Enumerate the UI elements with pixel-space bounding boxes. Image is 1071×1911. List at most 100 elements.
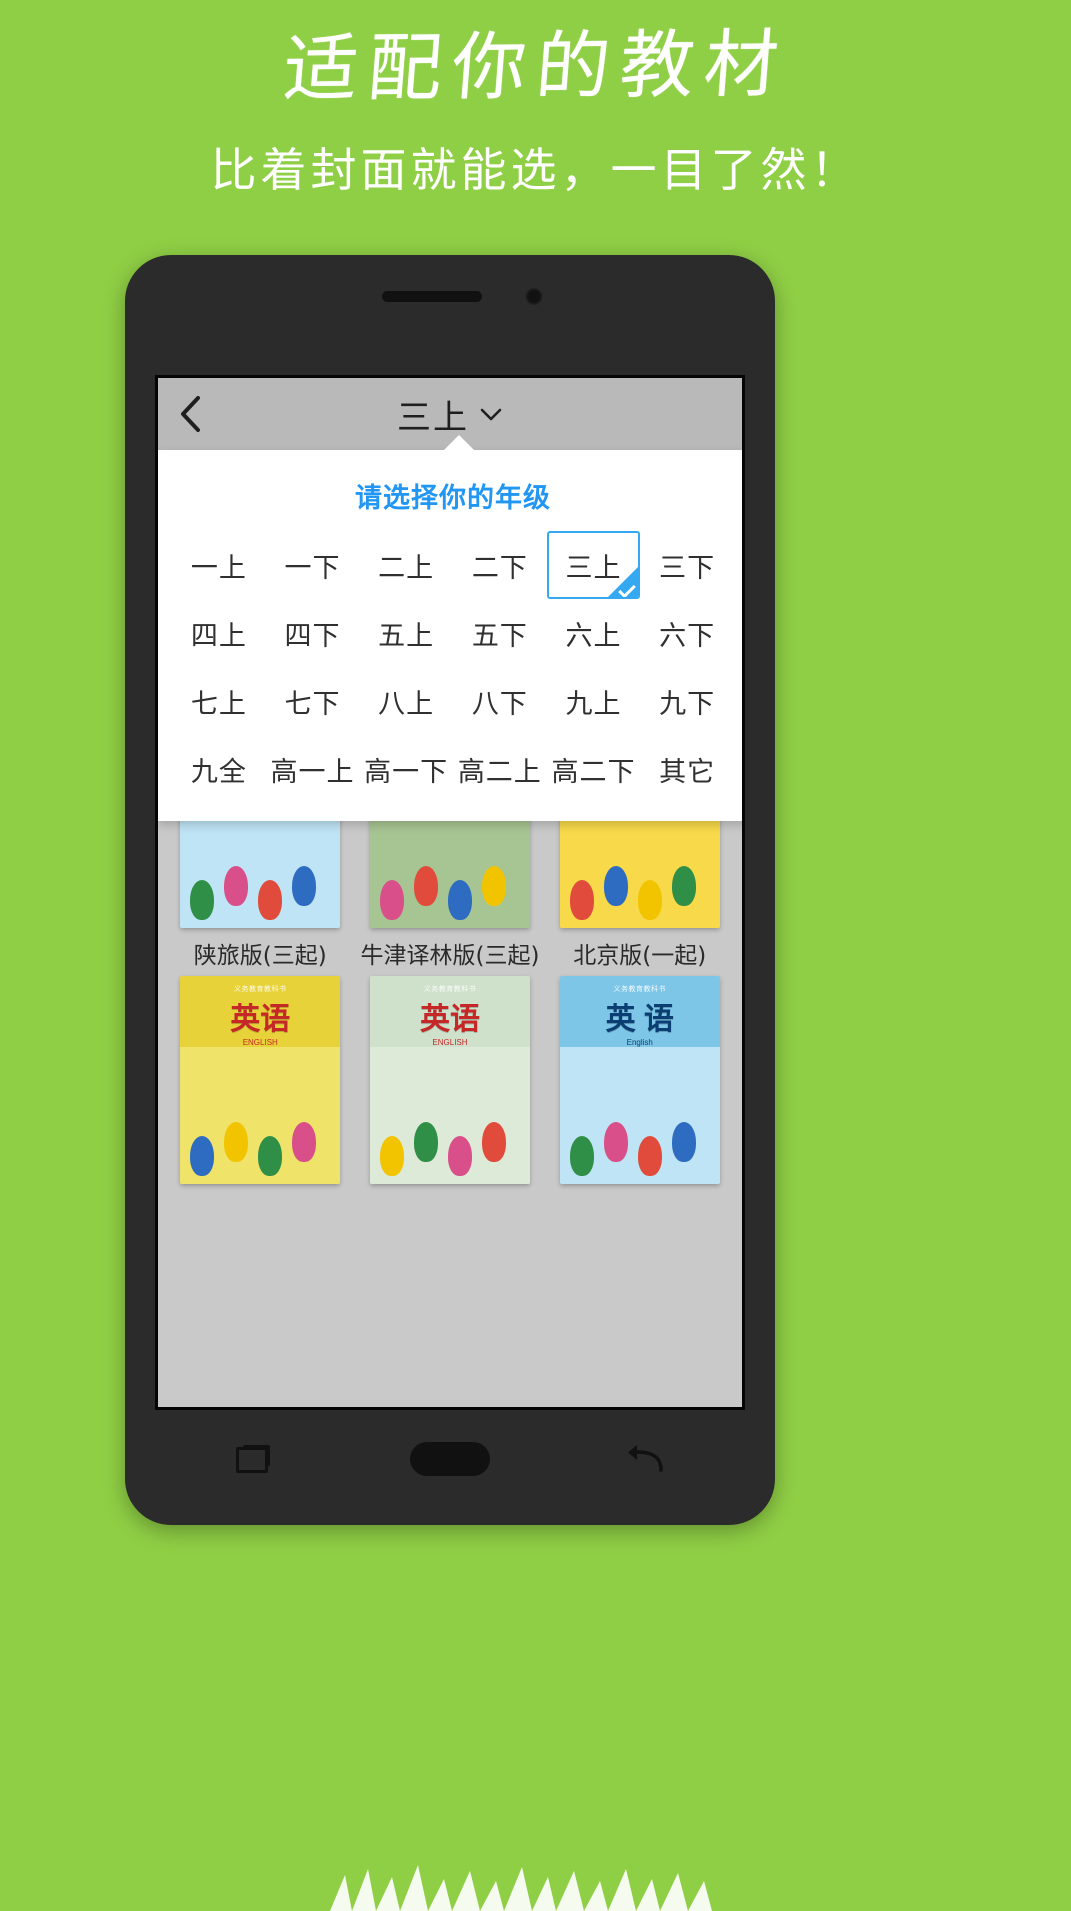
grade-dropdown-panel: 请选择你的年级 一上 一下 二上 二下 三上 三下四上 四下 五上 五下 六上 六下七上 七下 八上 八下… [158, 435, 742, 821]
grade-option-四下[interactable]: 四下 [266, 599, 360, 667]
grade-option-七下[interactable]: 七下 [266, 667, 360, 735]
grade-option-label: 高二上 [457, 756, 542, 788]
grass-icon [330, 1865, 712, 1911]
grade-option-高一上[interactable]: 高一上 [266, 735, 360, 803]
artwork-figure [447, 1136, 472, 1176]
dropdown-title: 请选择你的年级 [355, 483, 551, 514]
grade-option-其它[interactable]: 其它 [640, 735, 734, 803]
back-button[interactable] [158, 378, 224, 450]
grade-option-label: 五上 [378, 620, 435, 652]
grade-option-label: 一上 [190, 552, 247, 584]
grade-option-二上[interactable]: 二上 [359, 531, 453, 599]
grade-option-六上[interactable]: 六上 [547, 599, 641, 667]
grade-option-label: 六下 [659, 620, 716, 652]
grade-option-label: 九全 [190, 756, 247, 788]
grade-option-label: 八下 [471, 688, 528, 720]
book-cover[interactable]: 义务教育教科书英语ENGLISH [369, 976, 530, 1184]
grade-option-label: 九下 [659, 688, 716, 720]
grade-option-label: 九上 [565, 688, 622, 720]
grade-option-高二下[interactable]: 高二下 [547, 735, 641, 803]
grade-option-三下[interactable]: 三下 [640, 531, 734, 599]
promo-subtitle: 比着封面就能选，一目了然！ [210, 143, 861, 196]
book-cover[interactable]: 义务教育教科书英 语English [559, 976, 720, 1184]
artwork-figure [603, 1122, 628, 1162]
book-cover-subtitle: English [626, 1037, 653, 1047]
chevron-left-icon [181, 396, 200, 432]
artwork-figure [413, 1122, 438, 1162]
back-nav-button[interactable] [607, 1429, 687, 1489]
artwork-figure [447, 880, 472, 920]
artwork-figure [637, 1136, 662, 1176]
artwork-figure [190, 1136, 215, 1176]
book-cover-subtitle: ENGLISH [432, 1037, 468, 1047]
artwork-figure [379, 1136, 404, 1176]
grade-option-一下[interactable]: 一下 [266, 531, 360, 599]
grade-option-label: 八上 [378, 688, 435, 720]
phone-mockup: 三上 义务教育教科书英语六年级 下册陕旅版(三起)义务教育教科书English三… [125, 255, 775, 1525]
grade-option-label: 五下 [471, 620, 528, 652]
artwork-figure [481, 1122, 506, 1162]
promo-header: 适配你的教材 比着封面就能选，一目了然！ [0, 0, 1071, 250]
phone-speaker [382, 291, 482, 302]
book-cover-title: 英语 [419, 1003, 480, 1036]
grade-option-高一下[interactable]: 高一下 [359, 735, 453, 803]
book-cover-artwork [559, 1046, 720, 1184]
home-button[interactable] [409, 1429, 490, 1489]
grade-option-label: 一下 [284, 552, 341, 584]
grade-option-label: 二下 [471, 552, 528, 584]
grade-option-label: 六上 [565, 620, 622, 652]
grade-option-四上[interactable]: 四上 [172, 599, 266, 667]
artwork-figure [292, 866, 317, 906]
grade-option-九上[interactable]: 九上 [547, 667, 641, 735]
artwork-figure [379, 880, 404, 920]
grade-option-五上[interactable]: 五上 [359, 599, 453, 667]
artwork-figure [569, 1136, 594, 1176]
navbar-title: 三上 [397, 397, 469, 438]
grade-option-八上[interactable]: 八上 [359, 667, 453, 735]
book-item[interactable]: 义务教育教科书英语 ENGLISH [361, 976, 540, 1192]
artwork-figure [671, 866, 696, 906]
artwork-figure [258, 880, 283, 920]
grade-option-二下[interactable]: 二下 [453, 531, 547, 599]
grass-decoration [0, 1851, 1071, 1911]
chevron-down-icon [480, 408, 502, 421]
book-cover-publisher: 义务教育教科书 [613, 986, 666, 993]
book-item[interactable]: 义务教育教科书英 语 English [553, 976, 726, 1192]
artwork-figure [569, 880, 594, 920]
grade-option-九全[interactable]: 九全 [172, 735, 266, 803]
grade-option-高二上[interactable]: 高二上 [453, 735, 547, 803]
grade-option-label: 四上 [190, 620, 247, 652]
grade-option-八下[interactable]: 八下 [453, 667, 547, 735]
grade-option-三上[interactable]: 三上 [546, 531, 641, 599]
book-cover[interactable]: 义务教育教科书英语ENGLISH [180, 976, 341, 1184]
grade-option-九下[interactable]: 九下 [640, 667, 734, 735]
grade-option-七上[interactable]: 七上 [172, 667, 266, 735]
book-label: 牛津译林版(三起) [360, 943, 540, 969]
grade-option-一上[interactable]: 一上 [172, 531, 266, 599]
back-arrow-icon [627, 1445, 663, 1472]
book-cover-title: 英语 [230, 1003, 291, 1036]
book-label: 北京版(一起) [573, 943, 707, 969]
book-label: 陕旅版(三起) [193, 943, 327, 969]
promo-title: 适配你的教材 [280, 21, 792, 113]
android-softkeys [155, 1411, 745, 1507]
phone-screen: 三上 义务教育教科书英语六年级 下册陕旅版(三起)义务教育教科书English三… [155, 375, 745, 1410]
home-icon [409, 1442, 490, 1476]
grade-option-label: 七上 [190, 688, 247, 720]
artwork-figure [671, 1122, 696, 1162]
book-item[interactable]: 义务教育教科书 英语 ENGLISH [174, 976, 347, 1192]
book-cover-artwork [180, 1046, 341, 1184]
grade-option-五下[interactable]: 五下 [453, 599, 547, 667]
artwork-figure [224, 866, 249, 906]
book-cover-subtitle: ENGLISH [242, 1037, 278, 1047]
artwork-figure [413, 866, 438, 906]
grade-option-六下[interactable]: 六下 [640, 599, 734, 667]
artwork-figure [292, 1122, 317, 1162]
grade-option-grid: 一上 一下 二上 二下 三上 三下 四上 四下 五上 五下 六上 六下 七上 七下 八上 八下 九上 九下 九全 高一… [158, 521, 742, 803]
book-cover-publisher: 义务教育教科书 [423, 986, 477, 993]
book-cover-artwork [369, 1046, 530, 1184]
artwork-figure [637, 880, 662, 920]
recent-apps-button[interactable] [213, 1429, 293, 1489]
dropdown-caret [443, 435, 475, 451]
artwork-figure [224, 1122, 249, 1162]
